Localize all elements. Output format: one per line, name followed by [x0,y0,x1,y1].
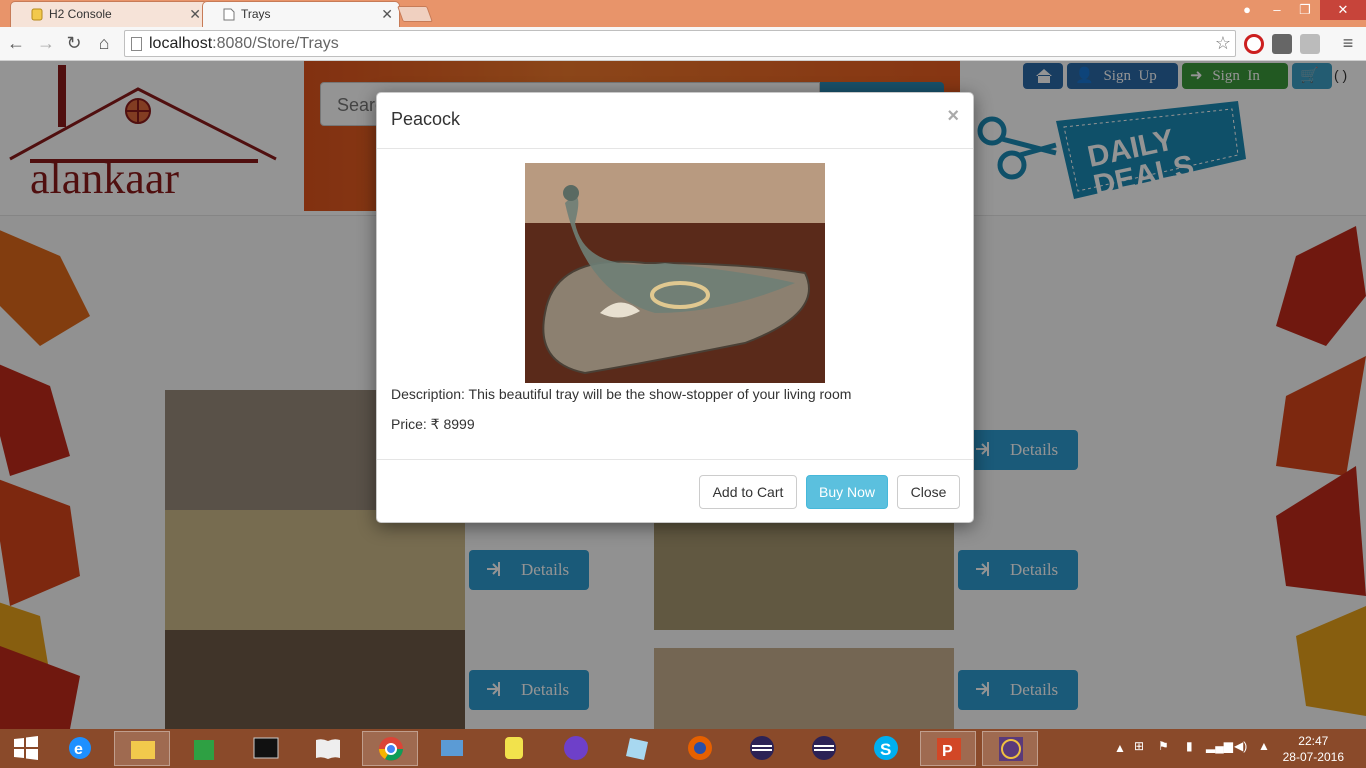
add-to-cart-button[interactable]: Add to Cart [699,475,797,509]
show-hidden-icons-icon[interactable]: ▲ [1114,741,1126,755]
folder-icon [131,741,155,759]
opera-icon[interactable] [1244,34,1264,54]
new-tab-button[interactable] [397,6,433,22]
restore-button[interactable]: ❐ [1290,0,1320,20]
address-bar[interactable]: localhost:8080/Store/Trays ☆ [124,30,1236,57]
taskbar-java-ee-ide[interactable] [982,731,1038,766]
svg-text:P: P [942,743,953,760]
taskbar-reader[interactable] [300,731,356,766]
tab-trays[interactable]: Trays ✕ [202,1,400,27]
taskbar-notes[interactable] [610,731,666,766]
svg-text:S: S [880,740,891,759]
menu-icon[interactable]: ≡ [1336,32,1360,56]
taskbar-eclipse-2[interactable] [796,731,852,766]
windows-taskbar: e S P ▲ ⊞ ⚑ ▮ ▂▄▆ ◀) ▲ 22:47 28-07-2016 [0,729,1366,768]
user-icon[interactable]: ● [1232,0,1262,20]
taskbar-eclipse[interactable] [734,731,790,766]
taskbar-chrome[interactable] [362,731,418,766]
database-icon [31,8,43,21]
product-description: Description: This beautiful tray will be… [391,386,852,402]
taskbar-github[interactable] [548,731,604,766]
tab-title: H2 Console [49,7,112,21]
window-app-icon [441,740,463,756]
volume-icon[interactable]: ◀) [1234,739,1247,753]
eclipse-icon [812,736,836,760]
buy-now-button[interactable]: Buy Now [806,475,888,509]
taskbar-cmd[interactable] [238,731,294,766]
minimize-button[interactable]: – [1262,0,1292,20]
taskbar-store[interactable] [176,731,232,766]
bookmark-star-icon[interactable]: ☆ [1215,33,1231,54]
command-prompt-icon [253,737,279,759]
store-icon [194,740,214,760]
extension-icon[interactable] [1272,34,1292,54]
taskbar-app[interactable] [424,731,480,766]
tab-h2-console[interactable]: H2 Console ✕ [10,1,208,27]
modal-header: Peacock × [377,93,973,149]
notes-icon [626,738,648,760]
tab-title: Trays [241,7,271,21]
product-price: Price: ₹ 8999 [391,416,475,432]
url-path: :8080/Store/Trays [212,35,339,52]
clock-date: 28-07-2016 [1282,750,1344,764]
clock[interactable]: 22:47 28-07-2016 [1283,733,1344,765]
github-cat-icon [564,736,588,760]
close-icon[interactable]: ✕ [381,6,393,23]
taskbar-ie[interactable]: e [52,731,108,766]
skype-icon: S [874,736,898,760]
firefox-icon [688,736,712,760]
page-icon [131,37,142,51]
back-arrow-icon[interactable]: ← [4,32,28,56]
modal-divider [377,459,973,460]
taskbar-explorer[interactable] [114,731,170,766]
page-icon [223,8,235,21]
book-icon [316,739,340,759]
close-icon[interactable]: ✕ [189,6,201,23]
forward-arrow-icon[interactable]: → [34,32,58,56]
clock-time: 22:47 [1298,734,1329,748]
google-drive-icon[interactable]: ▲ [1258,739,1270,753]
signal-icon[interactable]: ▂▄▆ [1206,739,1233,753]
taskbar-skype[interactable]: S [858,731,914,766]
peacock-tray-image [525,163,825,383]
taskbar-database[interactable] [486,731,542,766]
eclipse-icon [750,736,774,760]
windows-start-icon[interactable] [12,734,40,762]
windows-icon[interactable]: ⊞ [1134,739,1144,753]
internet-explorer-icon: e [69,737,91,759]
drive-icon[interactable] [1300,34,1320,54]
home-icon[interactable]: ⌂ [92,32,116,56]
battery-icon[interactable]: ▮ [1186,739,1193,753]
modal-close-icon[interactable]: × [947,105,959,128]
product-modal: Peacock × Description: This beautiful tr… [376,92,974,523]
java-ee-ide-icon [999,737,1023,761]
url-host: localhost [149,35,213,52]
modal-title: Peacock [391,109,461,129]
browser-toolbar: ← → ↻ ⌂ localhost:8080/Store/Trays ☆ ≡ [0,27,1366,61]
window-close-button[interactable]: ✕ [1320,0,1366,20]
powerpoint-icon: P [937,738,961,760]
database-icon [505,737,523,759]
svg-text:e: e [74,741,83,758]
flag-icon[interactable]: ⚑ [1158,739,1169,753]
modal-close-button[interactable]: Close [897,475,960,509]
taskbar-powerpoint[interactable]: P [920,731,976,766]
taskbar-firefox[interactable] [672,731,728,766]
tab-strip: H2 Console ✕ Trays ✕ ● – ❐ ✕ [0,0,1366,27]
reload-icon[interactable]: ↻ [62,32,86,56]
chrome-icon [379,737,403,761]
